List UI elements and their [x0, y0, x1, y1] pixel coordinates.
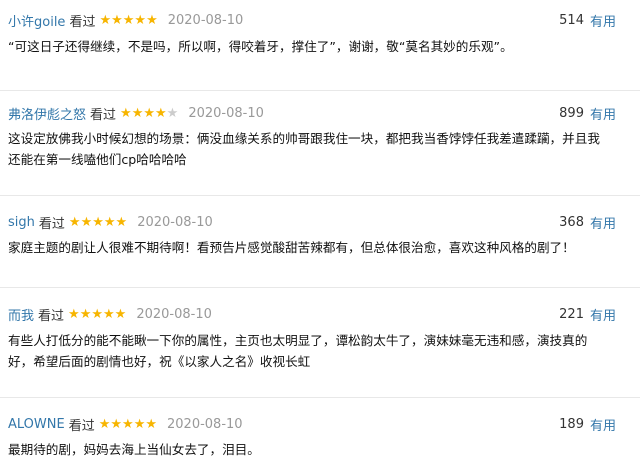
- reviews-page: { "reviews": [ {"user":"小许goile","verb":…: [0, 0, 640, 474]
- star-icon: ★: [145, 416, 157, 432]
- useful-count: 514: [559, 12, 584, 28]
- review-divider: [0, 397, 640, 398]
- rating-stars: ★ ★ ★ ★ ★: [68, 308, 126, 321]
- star-icon: ★: [166, 105, 179, 121]
- rating-stars: ★ ★ ★ ★ ★: [99, 418, 157, 431]
- star-icon: ★: [99, 12, 112, 28]
- review-text-line: “可这日子还得继续，不是吗，所以啊，得咬着牙，撑住了”，谢谢，敬“莫名其妙的乐观…: [8, 39, 513, 54]
- review-status: 看过: [68, 418, 95, 434]
- review-date: 2020-08-10: [167, 416, 243, 432]
- useful-vote-link[interactable]: 有用: [590, 213, 616, 232]
- review-text: “可这日子还得继续，不是吗，所以啊，得咬着牙，撑住了”，谢谢，敬“莫名其妙的乐观…: [8, 36, 616, 57]
- star-icon: ★: [146, 12, 158, 28]
- review-text: 这设定放佛我小时候幻想的场景：俩没血缘关系的帅哥跟我住一块，都把我当香饽饽任我差…: [8, 128, 616, 170]
- rating-stars: ★ ★ ★ ★ ★: [99, 14, 157, 27]
- useful-vote-link[interactable]: 有用: [590, 104, 616, 123]
- review-text-line: 还能在第一线嗑他们cp哈哈哈哈: [8, 152, 187, 167]
- review-text: 家庭主题的剧让人很难不期待啊！看预告片感觉酸甜苦辣都有，但总体很治愈，喜欢这种风…: [8, 237, 616, 258]
- review-divider: [0, 90, 640, 91]
- star-icon: ★: [111, 12, 123, 28]
- review-divider: [0, 287, 640, 288]
- review-header: 小许goile 看过 ★ ★ ★ ★ ★ 2020-08-10 514 有用: [8, 10, 616, 30]
- useful-vote-link[interactable]: 有用: [590, 305, 616, 324]
- review-header: 而我 看过 ★ ★ ★ ★ ★ 2020-08-10 221 有用: [8, 304, 616, 324]
- review-user-link[interactable]: 弗洛伊彪之怒: [8, 104, 86, 123]
- star-icon: ★: [134, 12, 147, 28]
- rating-stars: ★ ★ ★ ★ ★: [69, 216, 127, 229]
- star-icon: ★: [80, 214, 93, 230]
- review-date: 2020-08-10: [137, 214, 213, 230]
- star-icon: ★: [91, 306, 103, 322]
- review-text-line: 这设定放佛我小时候幻想的场景：俩没血缘关系的帅哥跟我住一块，都把我当香饽饽任我差…: [8, 131, 600, 146]
- review-header: ALOWNE 看过 ★ ★ ★ ★ ★ 2020-08-10 189 有用: [8, 414, 616, 434]
- star-icon: ★: [122, 12, 135, 28]
- star-icon: ★: [103, 306, 115, 322]
- review-user-link[interactable]: 小许goile: [8, 11, 65, 30]
- review-date: 2020-08-10: [136, 306, 212, 322]
- star-icon: ★: [110, 416, 123, 432]
- review-status: 看过: [38, 216, 65, 232]
- star-icon: ★: [143, 105, 155, 121]
- star-icon: ★: [114, 306, 127, 322]
- star-icon: ★: [103, 214, 116, 230]
- review-date: 2020-08-10: [167, 12, 244, 28]
- review-status: 看过: [90, 107, 117, 123]
- useful-count: 368: [559, 214, 584, 230]
- review-text-line: 好，希望后面的剧情也好，祝《以家人之名》收视长虹: [8, 354, 311, 369]
- star-icon: ★: [68, 306, 80, 322]
- star-icon: ★: [155, 105, 167, 121]
- useful-count: 221: [559, 306, 584, 322]
- review-text-line: 家庭主题的剧让人很难不期待啊！看预告片感觉酸甜苦辣都有，但总体很治愈，喜欢这种风…: [8, 240, 575, 255]
- review-text-line: 最期待的剧，妈妈去海上当仙女去了，泪目。: [8, 442, 260, 457]
- review-user-link[interactable]: ALOWNE: [8, 417, 65, 432]
- review-header: 弗洛伊彪之怒 看过 ★ ★ ★ ★ ★ 2020-08-10 899 有用: [8, 103, 616, 123]
- rating-stars: ★ ★ ★ ★ ★: [120, 107, 178, 120]
- star-icon: ★: [79, 306, 92, 322]
- useful-count: 899: [559, 105, 584, 121]
- review-divider: [0, 195, 640, 196]
- star-icon: ★: [120, 105, 132, 121]
- review-user-link[interactable]: sigh: [8, 215, 35, 230]
- useful-count: 189: [559, 416, 584, 432]
- star-icon: ★: [115, 214, 128, 230]
- star-icon: ★: [122, 416, 134, 432]
- star-icon: ★: [131, 105, 144, 121]
- review-user-link[interactable]: 而我: [8, 305, 34, 324]
- review-text-line: 有些人打低分的能不能瞅一下你的属性，主页也太明显了，谭松韵太牛了，演妹妹毫无违和…: [8, 333, 588, 348]
- review-text: 有些人打低分的能不能瞅一下你的属性，主页也太明显了，谭松韵太牛了，演妹妹毫无违和…: [8, 330, 616, 372]
- review-date: 2020-08-10: [188, 105, 264, 121]
- review-status: 看过: [69, 14, 96, 30]
- star-icon: ★: [133, 416, 146, 432]
- review-status: 看过: [38, 308, 65, 324]
- useful-vote-link[interactable]: 有用: [590, 415, 616, 434]
- useful-vote-link[interactable]: 有用: [590, 11, 616, 30]
- review-header: sigh 看过 ★ ★ ★ ★ ★ 2020-08-10 368 有用: [8, 212, 616, 232]
- star-icon: ★: [92, 214, 104, 230]
- star-icon: ★: [98, 416, 111, 432]
- star-icon: ★: [68, 214, 81, 230]
- review-text: 最期待的剧，妈妈去海上当仙女去了，泪目。: [8, 439, 616, 460]
